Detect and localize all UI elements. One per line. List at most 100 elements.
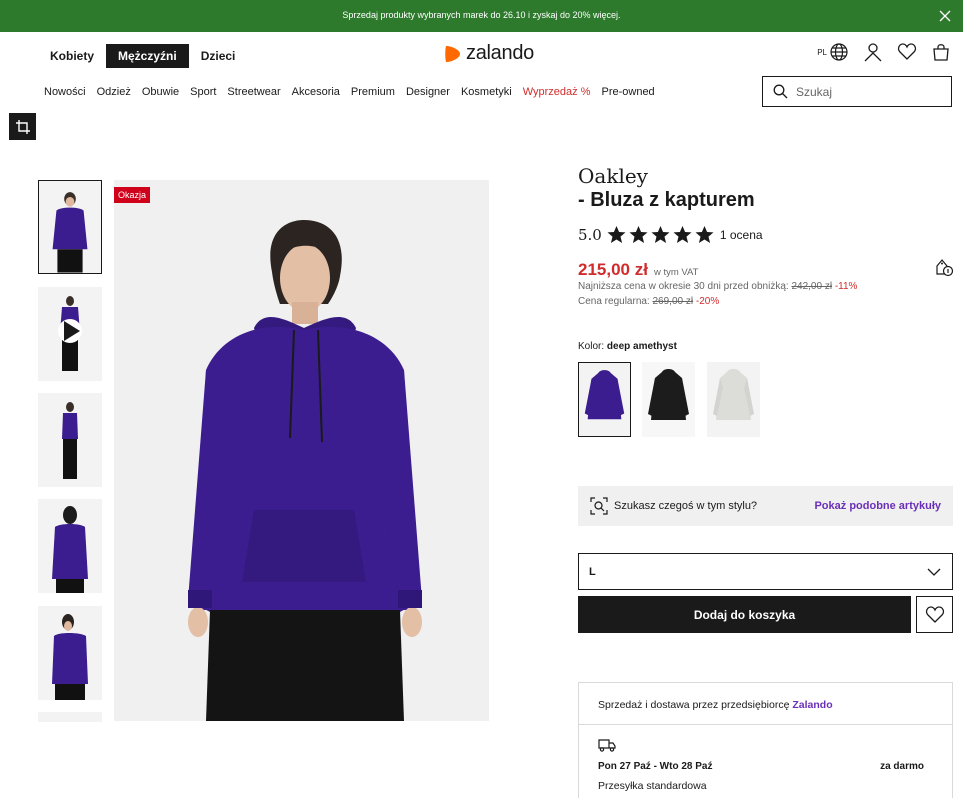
product-name: - Bluza z kapturem — [578, 189, 755, 211]
lowest-discount: -11% — [834, 281, 858, 292]
nav-pre-owned[interactable]: Pre-owned — [601, 86, 654, 98]
thumbnail-image — [38, 393, 102, 487]
star-icon — [695, 226, 714, 243]
product-brand[interactable]: Oakley — [578, 164, 648, 188]
search-icon — [773, 84, 788, 99]
similar-question: Szukasz czegoś w tym stylu? — [614, 500, 758, 512]
nav-akcesoria[interactable]: Akcesoria — [292, 86, 340, 98]
color-swatch-black[interactable] — [642, 362, 695, 437]
price-row: 215,00 zł w tym VAT — [578, 260, 698, 280]
main-product-image[interactable] — [114, 180, 489, 721]
promo-banner: Sprzedaj produkty wybranych marek do 26.… — [0, 0, 963, 32]
delivery-box: Sprzedaż i dostawa przez przedsiębiorcę … — [578, 682, 953, 798]
star-icon — [607, 226, 626, 243]
thumbnail-full-side[interactable] — [38, 393, 102, 487]
rating-value: 5.0 — [578, 226, 602, 244]
regular-price: 269,00 zł — [652, 296, 694, 307]
thumbnail-image — [39, 181, 101, 273]
nav-streetwear[interactable]: Streetwear — [227, 86, 280, 98]
user-icon[interactable] — [863, 42, 883, 62]
similar-items-bar: Szukasz czegoś w tym stylu? Pokaż podobn… — [578, 486, 953, 526]
crop-icon — [15, 119, 30, 134]
nav-sport[interactable]: Sport — [190, 86, 216, 98]
hoodie-swatch-image — [579, 363, 630, 436]
star-icon — [629, 226, 648, 243]
color-swatch-light-grey[interactable] — [707, 362, 760, 437]
model-hoodie-image — [114, 180, 489, 721]
show-similar-link[interactable]: Pokaż podobne artykuły — [814, 500, 941, 512]
promo-banner-text: Sprzedaj produkty wybranych marek do 26.… — [342, 10, 621, 20]
star-icon — [651, 226, 670, 243]
star-icon — [673, 226, 692, 243]
rating-count: 1 ocena — [719, 228, 763, 242]
seller-info: Sprzedaż i dostawa przez przedsiębiorcę … — [598, 699, 833, 711]
header-icons: PL — [817, 42, 951, 62]
zalando-logo[interactable]: zalando — [444, 42, 534, 65]
seller-link[interactable]: Zalando — [792, 699, 832, 711]
heart-icon — [925, 605, 944, 623]
truck-icon — [598, 739, 616, 752]
lowest-price: 242,00 zł — [791, 281, 833, 292]
lowest-price-prefix: Najniższa cena w okresie 30 dni przed ob… — [578, 281, 792, 292]
current-price: 215,00 zł — [578, 260, 648, 279]
rating-stars — [606, 225, 715, 245]
add-to-cart-button[interactable]: Dodaj do koszyka — [578, 596, 911, 633]
thumbnail-front[interactable] — [38, 180, 102, 274]
hoodie-swatch-image — [642, 362, 695, 437]
regular-price-note: Cena regularna: 269,00 zł -20% — [578, 296, 719, 307]
language-selector[interactable]: PL — [817, 42, 849, 62]
color-prefix: Kolor: — [578, 341, 607, 352]
play-button[interactable] — [58, 319, 82, 343]
sale-badge: Okazja — [114, 187, 151, 203]
thumbnail-image — [38, 499, 102, 593]
size-select[interactable]: L — [578, 553, 953, 590]
tab-mezczyzni[interactable]: Mężczyźni — [106, 44, 189, 68]
tab-kobiety[interactable]: Kobiety — [38, 44, 106, 68]
thumbnail-back[interactable] — [38, 499, 102, 593]
thumbnail-more[interactable] — [38, 712, 102, 722]
heart-icon[interactable] — [897, 42, 917, 62]
nav-kosmetyki[interactable]: Kosmetyki — [461, 86, 512, 98]
nav-obuwie[interactable]: Obuwie — [142, 86, 179, 98]
globe-icon — [830, 43, 848, 61]
wishlist-button[interactable] — [916, 596, 953, 633]
selected-size: L — [589, 565, 596, 578]
nav-wyprzedaz[interactable]: Wyprzedaż % — [523, 86, 591, 98]
price-info-icon[interactable] — [934, 257, 954, 282]
color-label: Kolor: deep amethyst — [578, 341, 677, 352]
color-name: deep amethyst — [606, 341, 677, 352]
regular-discount: -20% — [695, 296, 720, 307]
product-rating[interactable]: 5.0 1 ocena — [578, 225, 763, 245]
hoodie-swatch-image — [707, 362, 760, 437]
logo-text: zalando — [466, 42, 534, 64]
zalando-logo-icon — [445, 45, 460, 62]
delivery-method: Przesyłka standardowa — [598, 780, 707, 792]
tab-dzieci[interactable]: Dzieci — [189, 44, 248, 68]
vat-note: w tym VAT — [653, 267, 699, 278]
play-icon — [64, 321, 80, 341]
thumbnail-image — [38, 606, 102, 700]
color-swatch-deep-amethyst[interactable] — [578, 362, 631, 437]
search-placeholder: Szukaj — [796, 84, 833, 99]
regular-price-prefix: Cena regularna: — [578, 296, 653, 307]
nav-designer[interactable]: Designer — [406, 86, 450, 98]
bag-icon[interactable] — [931, 42, 951, 62]
search-input[interactable]: Szukaj — [762, 76, 952, 107]
language-code: PL — [817, 47, 827, 57]
gender-tabs: Kobiety Mężczyźni Dzieci — [38, 44, 247, 68]
visual-search-icon — [590, 497, 608, 515]
delivery-divider — [579, 724, 952, 725]
chevron-down-icon — [927, 568, 941, 576]
seller-prefix: Sprzedaż i dostawa przez przedsiębiorcę — [598, 699, 793, 711]
category-nav: Nowości Odzież Obuwie Sport Streetwear A… — [44, 86, 666, 98]
delivery-dates: Pon 27 Paź - Wto 28 Paź — [598, 761, 713, 772]
thumbnail-video[interactable] — [38, 287, 102, 381]
nav-premium[interactable]: Premium — [351, 86, 395, 98]
thumbnail-side[interactable] — [38, 606, 102, 700]
nav-nowosci[interactable]: Nowości — [44, 86, 86, 98]
close-icon[interactable] — [937, 8, 953, 24]
crop-button[interactable] — [9, 113, 36, 140]
nav-odziez[interactable]: Odzież — [97, 86, 131, 98]
lowest-price-note: Najniższa cena w okresie 30 dni przed ob… — [578, 281, 857, 292]
delivery-price: za darmo — [880, 761, 924, 772]
